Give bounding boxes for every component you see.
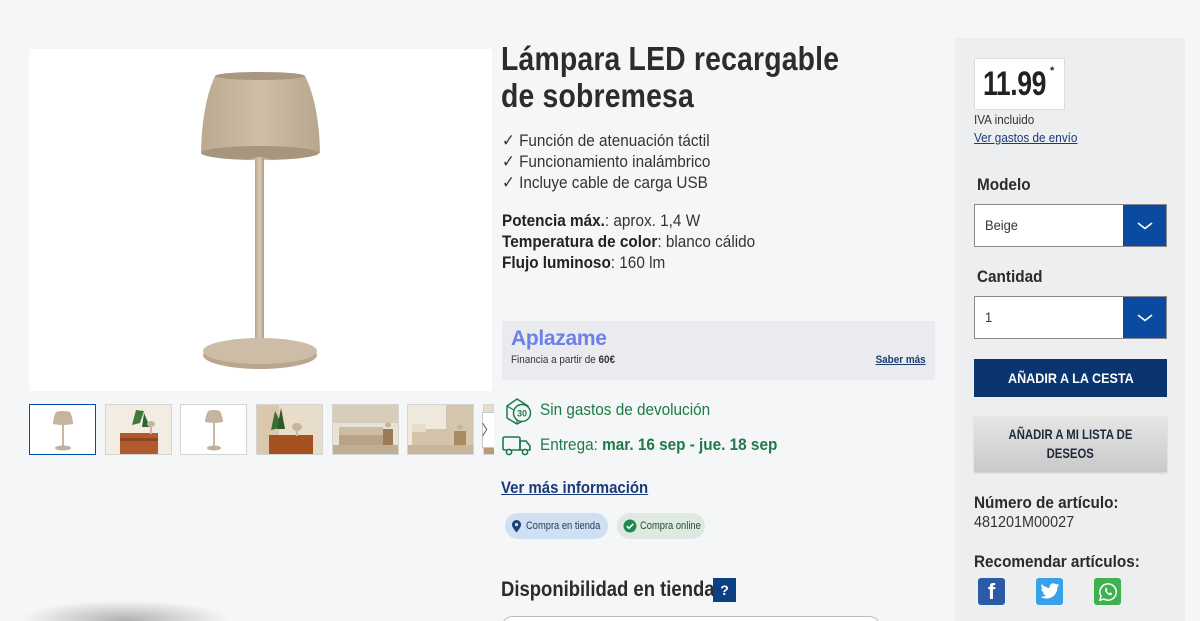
facebook-share-button[interactable]: f (978, 578, 1005, 605)
delivery-row: Entrega: mar. 16 sep - jue. 18 sep (501, 432, 804, 458)
location-pin-icon (512, 519, 521, 532)
financing-amount: 60€ (598, 354, 616, 366)
thumbnail-strip: 〉 (29, 404, 494, 456)
online-purchase-badge: Compra online (617, 513, 705, 539)
return-30-icon: 30 (506, 398, 532, 425)
facebook-icon: f (987, 578, 996, 604)
chevron-down-icon (1123, 297, 1166, 338)
truck-icon (502, 436, 531, 456)
add-to-cart-label: AÑADIR A LA CESTA (1007, 370, 1134, 386)
lamp-image (201, 72, 320, 369)
model-value: Beige (985, 217, 1018, 233)
online-purchase-label: Compra online (640, 520, 701, 532)
quantity-select[interactable]: 1 (974, 296, 1167, 339)
spec-value: : aprox. 1,4 W (604, 211, 701, 230)
twitter-share-button[interactable] (1036, 578, 1063, 605)
model-select[interactable]: Beige (974, 204, 1167, 247)
chevron-right-icon: 〉 (482, 420, 495, 440)
spec-value: : 160 lm (610, 253, 666, 272)
store-search-input[interactable] (501, 616, 881, 621)
shadow-decoration (20, 600, 230, 621)
twitter-icon (1040, 583, 1059, 599)
feature-item: ✓ Funcionamiento inalámbrico (502, 152, 711, 171)
store-availability-heading: Disponibilidad en tienda (501, 578, 715, 601)
price: 11.99 (983, 65, 1046, 103)
shipping-costs-link[interactable]: Ver gastos de envío (974, 130, 1077, 145)
spec-power: Potencia máx.: aprox. 1,4 W (502, 210, 755, 231)
vat-note: IVA incluido (974, 112, 1035, 127)
price-footnote-mark: * (1050, 65, 1055, 77)
financing-prefix: Financia a partir de (511, 354, 599, 366)
free-returns-text: Sin gastos de devolución (540, 400, 711, 419)
quantity-value: 1 (985, 309, 993, 325)
aplazame-financing-banner: Aplazame Financia a partir de 60€ Saber … (502, 321, 935, 380)
whatsapp-icon (1098, 582, 1117, 601)
aplazame-logo: Aplazame (511, 327, 607, 350)
store-purchase-label: Compra en tienda (526, 520, 601, 532)
spec-value: : blanco cálido (657, 232, 756, 251)
feature-list: ✓ Función de atenuación táctil ✓ Funcion… (502, 130, 710, 193)
delivery-prefix: Entrega: (540, 435, 603, 454)
spec-color-temperature: Temperatura de color: blanco cálido (502, 231, 755, 252)
financing-text: Financia a partir de 60€ (511, 354, 615, 366)
spec-label: Flujo luminoso (502, 253, 611, 272)
wishlist-label-line2: DESEOS (1046, 445, 1095, 461)
model-label: Modelo (977, 175, 1031, 194)
feature-item: ✓ Función de atenuación táctil (502, 131, 710, 150)
spec-luminous-flux: Flujo luminoso: 160 lm (502, 252, 755, 273)
whatsapp-share-button[interactable] (1094, 578, 1121, 605)
quantity-label: Cantidad (977, 267, 1043, 286)
product-title: Lámpara LED recargable de sobremesa (501, 40, 840, 114)
return-days: 30 (517, 409, 527, 419)
thumbnail-6[interactable] (407, 404, 474, 455)
product-main-image[interactable] (29, 49, 492, 391)
spec-label: Potencia máx. (502, 211, 605, 230)
article-number: 481201M00027 (974, 514, 1075, 531)
delivery-dates: mar. 16 sep - jue. 18 sep (602, 435, 778, 454)
thumbnail-2[interactable] (105, 404, 172, 455)
help-icon[interactable]: ? (713, 578, 736, 602)
thumbnail-1[interactable] (29, 404, 96, 455)
gallery-next-button[interactable]: 〉 (482, 412, 494, 448)
spec-label: Temperatura de color (502, 232, 658, 251)
thumbnail-4[interactable] (256, 404, 323, 455)
price-box: 11.99 * (974, 58, 1065, 110)
thumbnail-3[interactable] (180, 404, 247, 455)
article-number-label: Número de artículo: (974, 493, 1119, 512)
store-purchase-badge: Compra en tienda (505, 513, 608, 539)
add-to-wishlist-button[interactable]: AÑADIR A MI LISTA DE DESEOS (974, 416, 1167, 472)
chevron-down-icon (1123, 205, 1166, 246)
delivery-text: Entrega: mar. 16 sep - jue. 18 sep (540, 435, 777, 455)
wishlist-label-line1: AÑADIR A MI LISTA DE (1008, 426, 1133, 442)
feature-item: ✓ Incluye cable de carga USB (502, 173, 708, 192)
spec-list: Potencia máx.: aprox. 1,4 W Temperatura … (502, 210, 755, 273)
learn-more-link[interactable]: Saber más (876, 354, 926, 366)
add-to-cart-button[interactable]: AÑADIR A LA CESTA (974, 359, 1167, 397)
more-info-link[interactable]: Ver más información (501, 478, 648, 498)
recommend-label: Recomendar artículos: (974, 552, 1140, 571)
thumbnail-5[interactable] (332, 404, 399, 455)
wishlist-label: AÑADIR A MI LISTA DE DESEOS (1002, 425, 1140, 463)
free-returns-row: 30 Sin gastos de devolución (501, 394, 729, 426)
check-circle-icon (623, 519, 637, 533)
